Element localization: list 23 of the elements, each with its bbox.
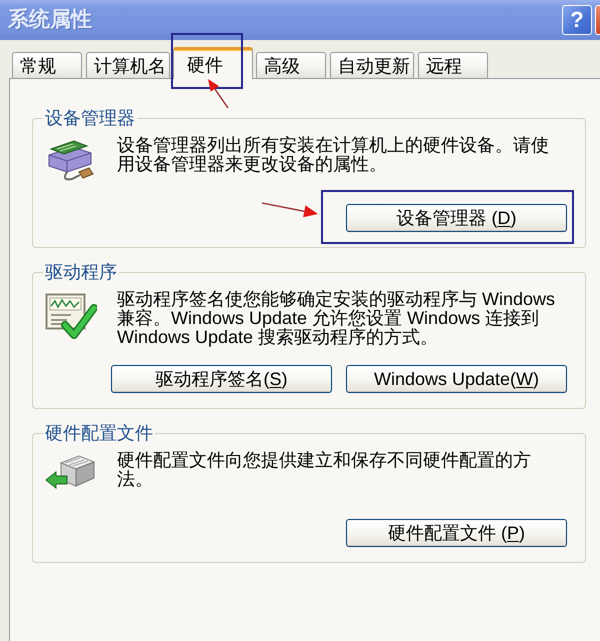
pointer-arrow — [207, 78, 230, 109]
pointer-arrow — [261, 202, 319, 219]
window-title: 系统属性 — [8, 8, 92, 32]
hardware-profiles-button[interactable]: 硬件配置文件 (P) — [346, 519, 567, 547]
device-manager-button[interactable]: 设备管理器 (D) — [346, 204, 567, 232]
document-check-icon — [45, 292, 97, 340]
group-title: 设备管理器 — [44, 107, 136, 129]
description-text: 硬件配置文件向您提供建立和保存不同硬件配置的方法。 — [117, 451, 532, 491]
group-title: 驱动程序 — [44, 261, 118, 283]
tab[interactable]: 常规 — [12, 52, 82, 78]
tab[interactable]: 计算机名 — [86, 52, 170, 78]
tab[interactable]: 自动更新 — [330, 52, 414, 78]
tab[interactable]: 远程 — [418, 52, 488, 78]
close-button[interactable] — [595, 5, 600, 35]
description-text: 设备管理器列出所有安装在计算机上的硬件设备。请使用设备管理器来更改设备的属性。 — [117, 136, 550, 176]
help-button[interactable]: ? — [562, 5, 592, 35]
highlight-frame — [171, 33, 243, 89]
tab[interactable]: 硬件 — [173, 47, 253, 79]
windows-update-button[interactable]: Windows Update(W) — [346, 365, 567, 393]
description-text: 驱动程序签名使您能够确定安装的驱动程序与 Windows 兼容。Windows Update 允许您设置 Windows 连接到 Windows Update 搜索驱动程序的方式。 — [117, 290, 556, 347]
tab[interactable]: 高级 — [256, 52, 326, 78]
group-title: 硬件配置文件 — [44, 422, 154, 444]
driver-signing-button[interactable]: 驱动程序签名(S) — [111, 365, 332, 393]
